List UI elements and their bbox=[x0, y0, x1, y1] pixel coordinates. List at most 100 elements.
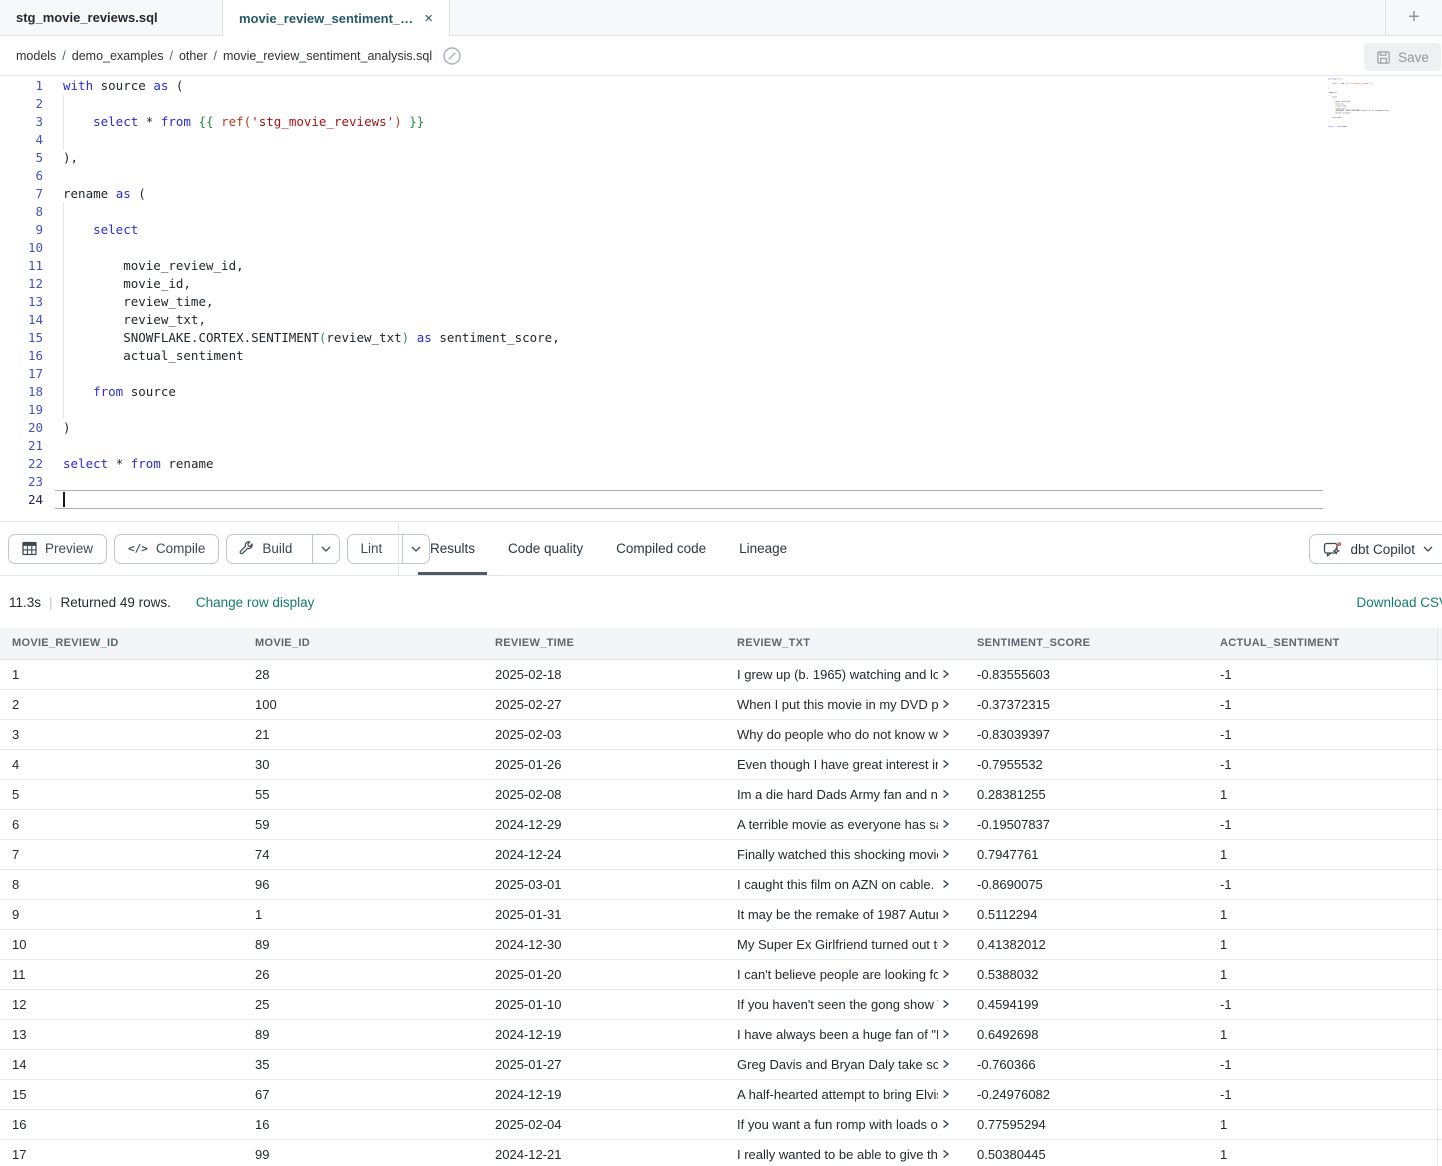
expand-row-icon[interactable] bbox=[941, 1149, 950, 1159]
close-icon[interactable]: × bbox=[424, 10, 433, 27]
breadcrumb-item[interactable]: other bbox=[179, 49, 208, 63]
lint-dropdown-button[interactable] bbox=[402, 535, 429, 563]
expand-row-icon[interactable] bbox=[941, 1059, 950, 1069]
table-edge-cell bbox=[1437, 809, 1442, 839]
dbt-copilot-button[interactable]: dbt Copilot bbox=[1309, 534, 1442, 564]
file-tab-stg-movie-reviews[interactable]: stg_movie_reviews.sql bbox=[0, 0, 222, 35]
table-edge-cell bbox=[1437, 779, 1442, 809]
editor-line[interactable]: 20) bbox=[0, 419, 1442, 437]
column-header-movie-id[interactable]: MOVIE_ID bbox=[243, 628, 483, 659]
expand-row-icon[interactable] bbox=[941, 879, 950, 889]
review-text: If you haven't seen the gong show TV s… bbox=[737, 997, 938, 1012]
cell-sentiment-score: -0.760366 bbox=[965, 1049, 1208, 1079]
editor-line[interactable]: 10 bbox=[0, 239, 1442, 257]
expand-row-icon[interactable] bbox=[941, 1119, 950, 1129]
editor-line[interactable]: 19 bbox=[0, 401, 1442, 419]
editor-line[interactable]: 4 bbox=[0, 131, 1442, 149]
line-number: 23 bbox=[0, 473, 43, 491]
cell-movie-review-id: 8 bbox=[0, 869, 243, 899]
review-text: I have always been a huge fan of "Hom… bbox=[737, 1027, 938, 1042]
build-label: Build bbox=[262, 541, 292, 556]
column-header-review-time[interactable]: REVIEW_TIME bbox=[483, 628, 725, 659]
table-edge-cell bbox=[1437, 1139, 1442, 1166]
editor-line[interactable]: 24 bbox=[0, 491, 1442, 509]
tab-code-quality[interactable]: Code quality bbox=[508, 522, 583, 575]
expand-row-icon[interactable] bbox=[941, 909, 950, 919]
expand-row-icon[interactable] bbox=[941, 729, 950, 739]
code-line-text: movie_review_id, bbox=[63, 257, 244, 275]
editor-line[interactable]: 5), bbox=[0, 149, 1442, 167]
editor-line[interactable]: 16 actual_sentiment bbox=[0, 347, 1442, 365]
expand-row-icon[interactable] bbox=[941, 849, 950, 859]
column-header-actual-sentiment[interactable]: ACTUAL_SENTIMENT bbox=[1208, 628, 1437, 659]
editor-line[interactable]: 18 from source bbox=[0, 383, 1442, 401]
cell-movie-review-id: 15 bbox=[0, 1079, 243, 1109]
editor-line[interactable]: 17 bbox=[0, 365, 1442, 383]
editor-line[interactable]: 14 review_txt, bbox=[0, 311, 1442, 329]
cell-movie-id: 89 bbox=[243, 1019, 483, 1049]
editor-line[interactable]: 1with source as ( bbox=[0, 77, 1442, 95]
editor-line[interactable]: 12 movie_id, bbox=[0, 275, 1442, 293]
code-line-text: ), bbox=[63, 149, 78, 167]
download-csv-link[interactable]: Download CSV bbox=[1356, 595, 1442, 610]
file-tab-movie-review-sentiment[interactable]: movie_review_sentiment_… × bbox=[222, 0, 450, 36]
table-row: 15672024-12-19A half-hearted attempt to … bbox=[0, 1079, 1442, 1109]
editor-line[interactable]: 22select * from rename bbox=[0, 455, 1442, 473]
editor-line[interactable]: 7rename as ( bbox=[0, 185, 1442, 203]
editor-line[interactable]: 15 SNOWFLAKE.CORTEX.SENTIMENT(review_txt… bbox=[0, 329, 1442, 347]
expand-row-icon[interactable] bbox=[941, 939, 950, 949]
column-header-sentiment-score[interactable]: SENTIMENT_SCORE bbox=[965, 628, 1208, 659]
column-header-review-txt[interactable]: REVIEW_TXT bbox=[725, 628, 965, 659]
build-button[interactable]: Build bbox=[227, 535, 304, 563]
editor-line[interactable]: 8 bbox=[0, 203, 1442, 221]
review-text: I can't believe people are looking for a… bbox=[737, 967, 938, 982]
expand-row-icon[interactable] bbox=[941, 669, 950, 679]
new-tab-button[interactable]: + bbox=[1386, 0, 1442, 35]
build-dropdown-button[interactable] bbox=[312, 535, 339, 563]
table-row: 14352025-01-27Greg Davis and Bryan Daly … bbox=[0, 1049, 1442, 1079]
code-editor[interactable]: 1with source as (23 select * from {{ ref… bbox=[0, 76, 1442, 522]
expand-row-icon[interactable] bbox=[941, 759, 950, 769]
save-button[interactable]: Save bbox=[1364, 43, 1441, 71]
editor-minimap[interactable]: with source as ( select * from {{ ref('s… bbox=[1328, 78, 1402, 136]
review-text: Why do people who do not know what… bbox=[737, 727, 938, 742]
editor-line[interactable]: 23 bbox=[0, 473, 1442, 491]
editor-line[interactable]: 13 review_time, bbox=[0, 293, 1442, 311]
cell-review-time: 2024-12-21 bbox=[483, 1139, 725, 1166]
expand-row-icon[interactable] bbox=[941, 819, 950, 829]
expand-row-icon[interactable] bbox=[941, 999, 950, 1009]
editor-line[interactable]: 9 select bbox=[0, 221, 1442, 239]
table-edge-cell bbox=[1437, 749, 1442, 779]
cell-movie-review-id: 12 bbox=[0, 989, 243, 1019]
editor-line[interactable]: 6 bbox=[0, 167, 1442, 185]
tab-compiled-code[interactable]: Compiled code bbox=[616, 522, 706, 575]
table-row: 21002025-02-27When I put this movie in m… bbox=[0, 689, 1442, 719]
editor-line[interactable]: 3 select * from {{ ref('stg_movie_review… bbox=[0, 113, 1442, 131]
tab-lineage[interactable]: Lineage bbox=[739, 522, 787, 575]
breadcrumb-item[interactable]: demo_examples bbox=[72, 49, 164, 63]
compile-button[interactable]: </> Compile bbox=[114, 534, 219, 564]
table-row: 4302025-01-26Even though I have great in… bbox=[0, 749, 1442, 779]
expand-row-icon[interactable] bbox=[941, 969, 950, 979]
code-line-text: select * from {{ ref('stg_movie_reviews'… bbox=[63, 113, 424, 131]
line-number: 11 bbox=[0, 257, 43, 275]
expand-row-icon[interactable] bbox=[941, 1089, 950, 1099]
lint-button[interactable]: Lint bbox=[348, 535, 394, 563]
expand-row-icon[interactable] bbox=[941, 699, 950, 709]
change-row-display-link[interactable]: Change row display bbox=[196, 595, 315, 610]
expand-row-icon[interactable] bbox=[941, 1029, 950, 1039]
tab-results[interactable]: Results bbox=[430, 522, 475, 575]
breadcrumb-item[interactable]: movie_review_sentiment_analysis.sql bbox=[223, 49, 432, 63]
column-header-movie-review-id[interactable]: MOVIE_REVIEW_ID bbox=[0, 628, 243, 659]
table-edge-cell bbox=[1437, 929, 1442, 959]
cell-sentiment-score: -0.24976082 bbox=[965, 1079, 1208, 1109]
expand-row-icon[interactable] bbox=[941, 789, 950, 799]
editor-line[interactable]: 21 bbox=[0, 437, 1442, 455]
breadcrumb-item[interactable]: models bbox=[16, 49, 56, 63]
cell-review-txt: I grew up (b. 1965) watching and lovin… bbox=[725, 659, 965, 689]
preview-button[interactable]: Preview bbox=[8, 534, 107, 564]
editor-line[interactable]: 2 bbox=[0, 95, 1442, 113]
cell-actual-sentiment: -1 bbox=[1208, 689, 1437, 719]
editor-line[interactable]: 11 movie_review_id, bbox=[0, 257, 1442, 275]
table-row: 8962025-03-01I caught this film on AZN o… bbox=[0, 869, 1442, 899]
